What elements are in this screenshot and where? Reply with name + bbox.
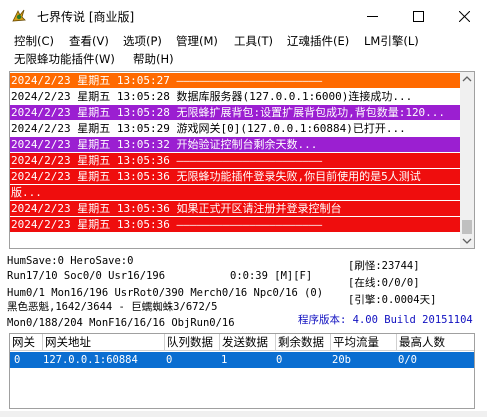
column-header-max-users[interactable]: 最高人数 (397, 334, 474, 351)
column-header-address[interactable]: 网关地址 (43, 334, 165, 351)
menu-wuxianfeng-plugin[interactable]: 无限蜂功能插件(W) (14, 51, 115, 68)
log-line: 2024/2/23 星期五 13:05:36 无限蜂功能插件登录失败,你目前使用… (10, 169, 461, 184)
log-line: 2024/2/23 星期五 13:05:28 数据库服务器(127.0.0.1:… (10, 89, 461, 104)
refresh-count: [刷怪:23744] (348, 260, 420, 272)
cell-queue: 0 (166, 354, 173, 366)
stat-save: HumSave:0 HeroSave:0 (7, 255, 134, 267)
column-header-gateway[interactable]: 网关 (10, 334, 43, 351)
minimize-icon (366, 15, 378, 17)
gateway-table[interactable]: 网关 网关地址 队列数据 发送数据 剩余数据 平均流量 最高人数 0 127.0… (9, 333, 475, 409)
menu-tools[interactable]: 工具(T) (234, 33, 273, 50)
menu-liaohun-plugin[interactable]: 辽魂插件(E) (287, 33, 349, 50)
maximize-button[interactable] (395, 0, 441, 32)
menu-lm-engine[interactable]: LM引擎(L) (364, 33, 419, 50)
close-icon (458, 10, 470, 22)
minimize-button[interactable] (349, 0, 395, 32)
cell-address: 127.0.0.1:60884 (43, 354, 138, 366)
server-stats: HumSave:0 HeroSave:0 Run17/10 Soc0/0 Usr… (0, 251, 487, 331)
cell-remaining: 0 (276, 354, 283, 366)
gateway-table-header: 网关 网关地址 队列数据 发送数据 剩余数据 平均流量 最高人数 (10, 334, 474, 351)
scroll-up-icon (462, 76, 472, 82)
stat-mon: Mon0/188/204 MonF16/16/16 ObjRun0/16 (7, 317, 235, 329)
column-header-avg-traffic[interactable]: 平均流量 (331, 334, 397, 351)
column-header-sent[interactable]: 发送数据 (220, 334, 276, 351)
scroll-down-icon (462, 238, 472, 244)
log-line: 2024/2/23 星期五 13:05:29 游戏网关[0](127.0.0.1… (10, 121, 461, 136)
program-version: 程序版本: 4.00 Build 20151104 (298, 314, 473, 326)
menu-options[interactable]: 选项(P) (123, 33, 162, 50)
cell-avg-traffic: 20b (332, 354, 351, 366)
engine-days: [引擎:0.0004天] (348, 294, 437, 306)
stat-uptime: 0:0:39 [M][F] (230, 270, 313, 282)
maximize-icon (412, 10, 424, 22)
menu-help[interactable]: 帮助(H) (133, 51, 174, 68)
status-bar (0, 411, 487, 417)
title-bar: 七界传说 [商业版] (0, 0, 487, 32)
log-line: 版... (10, 185, 461, 200)
stat-hum: Hum0/1 Mon16/196 UsrRot0/390 Merch0/16 N… (7, 287, 324, 299)
scroll-up-button[interactable] (460, 72, 474, 86)
close-button[interactable] (441, 0, 487, 32)
cell-max-users: 0/0 (398, 354, 417, 366)
cell-sent: 1 (221, 354, 228, 366)
log-line: 2024/2/23 星期五 13:05:28 无限蜂扩展背包:设置扩展背包成功,… (10, 105, 461, 120)
table-row[interactable]: 0 127.0.0.1:60884 0 1 0 20b 0/0 (10, 352, 474, 368)
log-panel[interactable]: 2024/2/23 星期五 13:05:27 —————————————————… (9, 71, 475, 249)
log-line: 2024/2/23 星期五 13:05:36 如果正式开区请注册并登录控制台 (10, 201, 461, 216)
online-count: [在线:0/0/0] (348, 277, 420, 289)
scroll-thumb[interactable] (462, 220, 472, 234)
menu-manage[interactable]: 管理(M) (176, 33, 218, 50)
column-header-remaining[interactable]: 剩余数据 (276, 334, 331, 351)
stat-run: Run17/10 Soc0/0 Usr16/196 (7, 270, 166, 282)
log-line: 2024/2/23 星期五 13:05:36 —————————————————… (10, 217, 461, 232)
log-line: 2024/2/23 星期五 13:05:27 —————————————————… (10, 73, 461, 88)
column-header-queue[interactable]: 队列数据 (165, 334, 220, 351)
menu-view[interactable]: 查看(V) (69, 33, 109, 50)
log-scrollbar[interactable] (460, 72, 474, 248)
log-line: 2024/2/23 星期五 13:05:32 开始验证控制台剩余天数... (10, 137, 461, 152)
window-title: 七界传说 [商业版] (37, 10, 135, 24)
stat-monster-boss: 黑色恶魁,1642/3644 - 巨蠕蜘蛛3/672/5 (7, 301, 218, 313)
app-icon (11, 8, 27, 24)
scroll-down-button[interactable] (460, 234, 474, 248)
menu-control[interactable]: 控制(C) (14, 33, 54, 50)
menu-bar: 控制(C) 查看(V) 选项(P) 管理(M) 工具(T) 辽魂插件(E) LM… (0, 32, 487, 68)
log-line: 2024/2/23 星期五 13:05:36 —————————————————… (10, 153, 461, 168)
